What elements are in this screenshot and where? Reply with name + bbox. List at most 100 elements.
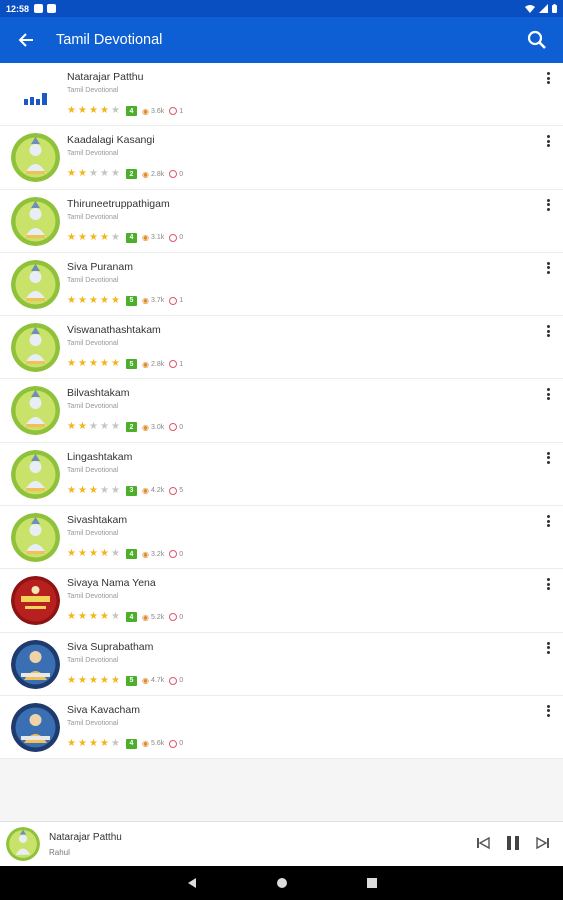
song-row[interactable]: Siva Kavacham Tamil Devotional ★ ★ ★ ★ ★ 4 ◉ 5.6k… xyxy=(0,696,563,760)
star-icon: ★ xyxy=(89,611,98,623)
song-meta: ★ ★ ★ ★ ★ 4 ◉ 5.6k 0 xyxy=(67,738,183,750)
song-title: Lingashtakam xyxy=(67,450,133,463)
system-nav-bar xyxy=(0,866,563,900)
more-dot-icon xyxy=(546,266,550,270)
star-icon: ★ xyxy=(78,105,87,116)
search-icon xyxy=(527,30,546,49)
song-meta: ★ ★ ★ ★ ★ 4 ◉ 3.2k 0 xyxy=(67,548,183,560)
star-icon: ★ xyxy=(100,105,109,116)
song-thumbnail xyxy=(11,259,60,309)
star-icon: ★ xyxy=(67,421,76,433)
star-icon: ★ xyxy=(100,168,109,180)
more-options-button[interactable] xyxy=(543,261,553,275)
wifi-icon xyxy=(525,5,535,13)
song-row[interactable]: Lingashtakam Tamil Devotional ★ ★ ★ ★ ★ 3 ◉ 4.2k 5 xyxy=(0,443,563,507)
more-dot-icon xyxy=(546,76,550,80)
heart-icon xyxy=(169,107,178,115)
song-title: Kaadalagi Kasangi xyxy=(67,134,155,147)
nav-home-icon xyxy=(276,878,287,888)
eye-icon: ◉ xyxy=(142,739,149,749)
more-options-button[interactable] xyxy=(543,134,553,148)
back-button[interactable] xyxy=(0,17,52,63)
song-row[interactable]: Bilvashtakam Tamil Devotional ★ ★ ★ ★ ★ 2 ◉ 3.0k 0 xyxy=(0,379,563,443)
more-options-button[interactable] xyxy=(543,577,553,591)
song-meta: ★ ★ ★ ★ ★ 4 ◉ 3.1k 0 xyxy=(67,232,183,244)
more-options-button[interactable] xyxy=(543,324,553,338)
likes-value: 0 xyxy=(179,613,184,621)
eye-icon: ◉ xyxy=(142,169,149,179)
likes-count: 1 xyxy=(169,296,183,305)
more-dot-icon xyxy=(546,388,550,392)
more-dot-icon xyxy=(546,524,550,528)
shiva-icon xyxy=(11,513,60,563)
views-value: 3.1k xyxy=(150,234,165,242)
next-button[interactable] xyxy=(535,834,551,852)
likes-count: 0 xyxy=(169,423,183,432)
previous-button[interactable] xyxy=(475,834,491,852)
nav-home-button[interactable] xyxy=(273,874,291,892)
star-icon: ★ xyxy=(78,168,87,180)
views-value: 4.7k xyxy=(150,677,165,685)
star-icon: ★ xyxy=(100,548,109,560)
pause-button[interactable] xyxy=(505,834,521,852)
likes-value: 1 xyxy=(179,360,184,368)
more-options-button[interactable] xyxy=(543,641,553,655)
more-dot-icon xyxy=(546,641,550,645)
rating-stars: ★ ★ ★ ★ ★ xyxy=(67,612,122,622)
views-count: ◉ 5.6k xyxy=(142,739,164,748)
song-meta: ★ ★ ★ ★ ★ 4 ◉ 5.2k 0 xyxy=(67,611,183,623)
song-thumbnail xyxy=(11,513,60,563)
shiva-icon xyxy=(11,449,60,499)
song-row[interactable]: Viswanathashtakam Tamil Devotional ★ ★ ★ ★ ★ 5 ◉… xyxy=(0,316,563,380)
star-icon: ★ xyxy=(78,421,87,433)
more-options-button[interactable] xyxy=(543,387,553,401)
nav-recents-button[interactable] xyxy=(363,874,381,892)
song-thumbnail xyxy=(11,702,60,752)
song-row[interactable]: Sivaya Nama Yena Tamil Devotional ★ ★ ★ ★ ★ 4 ◉ 5… xyxy=(0,569,563,633)
more-options-button[interactable] xyxy=(543,71,553,85)
now-playing-bar[interactable]: Natarajar Patthu Rahul xyxy=(0,821,563,866)
more-dot-icon xyxy=(546,392,550,396)
song-row[interactable]: Siva Puranam Tamil Devotional ★ ★ ★ ★ ★ 5 ◉ 3.7k 1 xyxy=(0,253,563,317)
more-dot-icon xyxy=(546,646,550,650)
likes-value: 0 xyxy=(179,550,184,558)
more-dot-icon xyxy=(546,460,550,464)
song-row[interactable]: Natarajar Patthu Tamil Devotional ★ ★ ★ ★ ★ 4 ◉ 3… xyxy=(0,63,563,127)
more-options-button[interactable] xyxy=(543,704,553,718)
nav-back-icon xyxy=(187,878,196,888)
rating-stars: ★ ★ ★ ★ ★ xyxy=(67,232,122,243)
song-row[interactable]: Siva Suprabatham Tamil Devotional ★ ★ ★ ★ ★ 5 ◉ 4… xyxy=(0,633,563,696)
more-options-button[interactable] xyxy=(543,198,553,212)
song-row[interactable]: Thiruneetruppathigam Tamil Devotional ★ ★ ★ ★… xyxy=(0,190,563,253)
star-icon: ★ xyxy=(111,358,120,370)
rating-badge: 4 xyxy=(126,549,137,560)
song-artist: Tamil Devotional xyxy=(67,530,119,538)
star-icon: ★ xyxy=(89,674,98,686)
song-artist: Tamil Devotional xyxy=(67,276,119,284)
album-cover-icon xyxy=(11,576,60,626)
more-options-button[interactable] xyxy=(543,451,553,465)
heart-icon xyxy=(169,613,178,622)
likes-count: 0 xyxy=(169,739,183,748)
page-title: Tamil Devotional xyxy=(56,32,163,48)
song-thumbnail xyxy=(11,639,60,689)
song-artist: Tamil Devotional xyxy=(67,213,119,221)
now-playing-title: Natarajar Patthu xyxy=(49,832,122,843)
nav-back-button[interactable] xyxy=(183,874,201,892)
search-button[interactable] xyxy=(511,17,563,63)
rating-stars: ★ ★ ★ ★ ★ xyxy=(67,294,122,306)
star-icon: ★ xyxy=(78,611,87,623)
song-artist: Tamil Devotional xyxy=(67,656,119,664)
views-count: ◉ 4.2k xyxy=(142,486,164,495)
more-dot-icon xyxy=(546,451,550,455)
eye-icon: ◉ xyxy=(142,486,149,496)
views-count: ◉ 3.1k xyxy=(142,233,164,242)
song-row[interactable]: Kaadalagi Kasangi Tamil Devotional ★ ★ ★ ★ ★ 2 ◉… xyxy=(0,126,563,190)
more-options-button[interactable] xyxy=(543,514,553,528)
song-row[interactable]: Sivashtakam Tamil Devotional ★ ★ ★ ★ ★ 4 ◉ 3.2k 0 xyxy=(0,506,563,570)
star-icon: ★ xyxy=(111,674,120,686)
song-meta: ★ ★ ★ ★ ★ 5 ◉ 3.7k 1 xyxy=(67,295,183,307)
album-cover-icon xyxy=(11,639,60,689)
star-icon: ★ xyxy=(100,294,109,306)
heart-icon xyxy=(169,550,178,559)
